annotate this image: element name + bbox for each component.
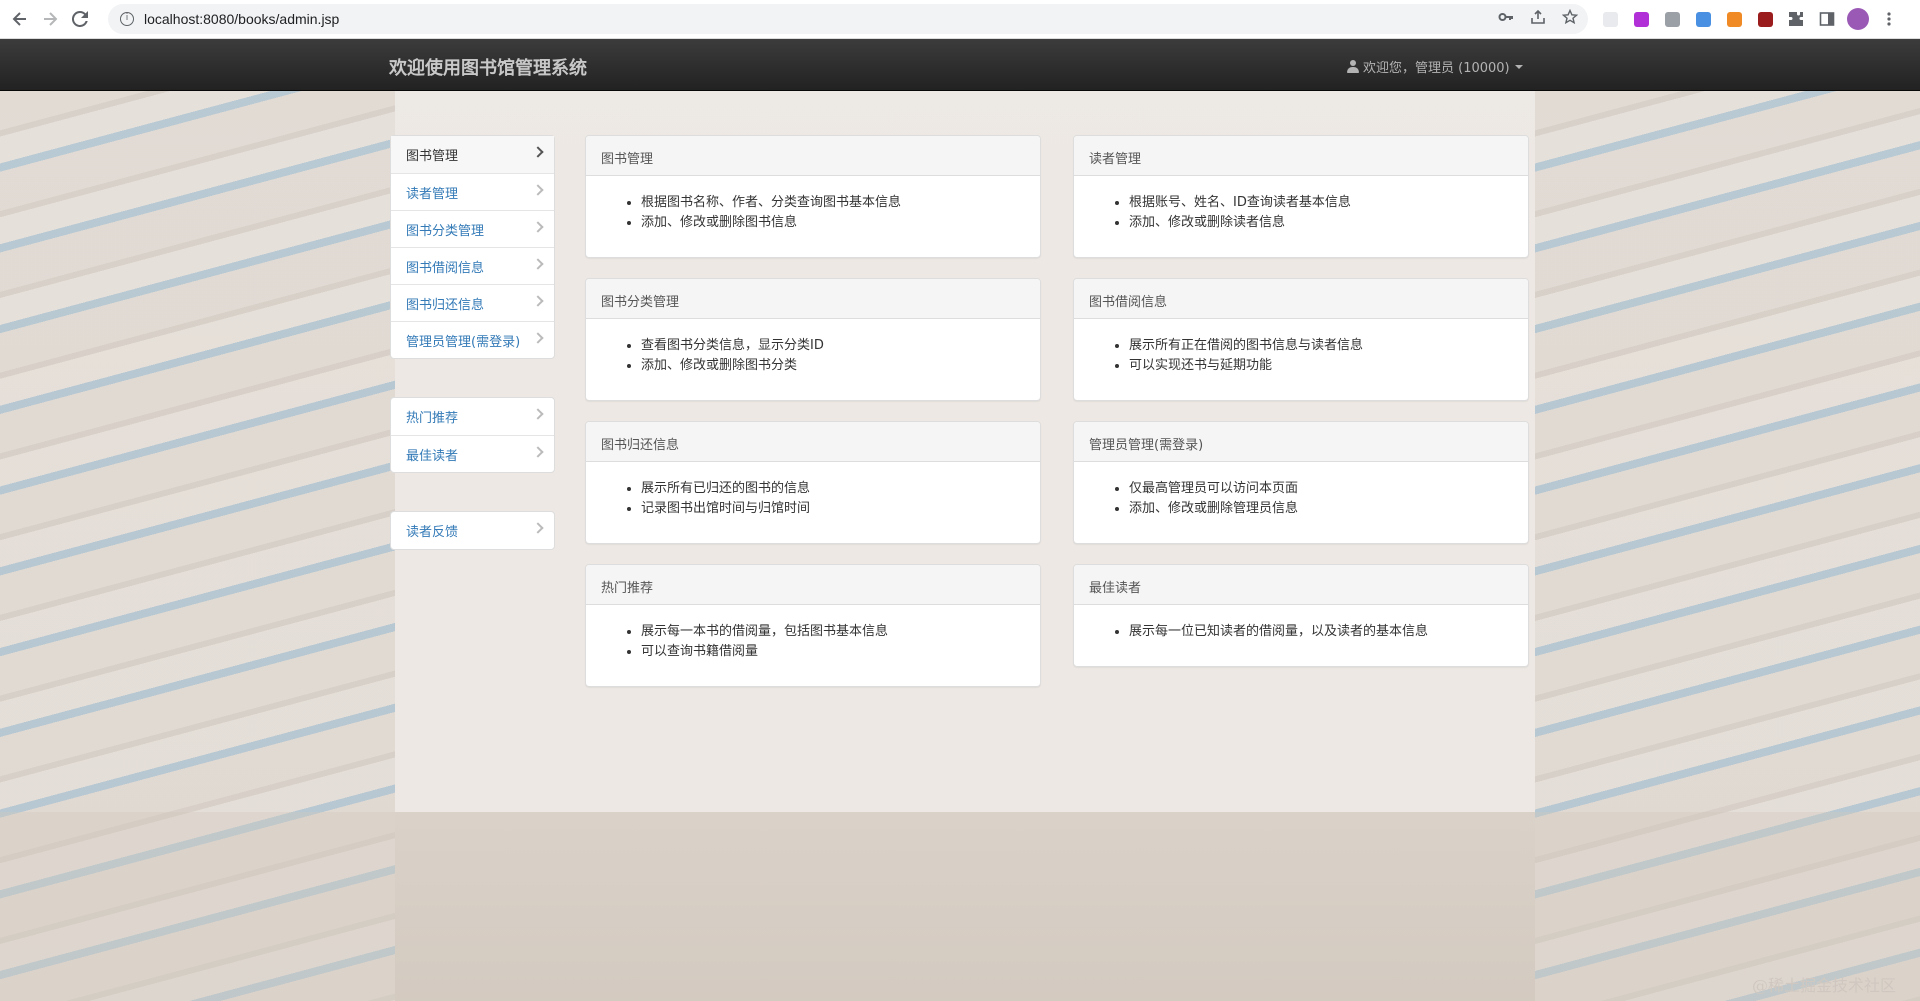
list-item: 添加、修改或删除图书分类 — [641, 356, 1025, 376]
profile-avatar[interactable] — [1846, 7, 1870, 31]
user-dropdown[interactable]: 欢迎您，管理员 (10000) — [1347, 57, 1523, 76]
address-bar[interactable]: i localhost:8080/books/admin.jsp — [108, 4, 1588, 34]
address-url[interactable]: localhost:8080/books/admin.jsp — [144, 11, 339, 27]
star-icon[interactable] — [1561, 8, 1579, 29]
list-item: 展示每一本书的借阅量，包括图书基本信息 — [641, 622, 1025, 642]
list-item: 展示所有正在借阅的图书信息与读者信息 — [1129, 336, 1513, 356]
list-item: 根据图书名称、作者、分类查询图书基本信息 — [641, 193, 1025, 213]
sidebar-item-label: 管理员管理(需登录) — [406, 334, 521, 350]
chevron-right-icon — [532, 221, 544, 233]
sidebar-item-label: 图书管理 — [406, 149, 459, 164]
panel-title: 图书分类管理 — [586, 279, 1040, 319]
sidebar-item-book-management[interactable]: 图书管理 — [391, 136, 554, 173]
panel-category-management: 图书分类管理 查看图书分类信息，显示分类ID 添加、修改或删除图书分类 — [585, 278, 1041, 401]
user-greeting: 欢迎您，管理员 (10000) — [1363, 61, 1510, 76]
chevron-right-icon — [532, 184, 544, 196]
top-navbar: 欢迎使用图书馆管理系统 欢迎您，管理员 (10000) — [0, 39, 1920, 91]
browser-toolbar: i localhost:8080/books/admin.jsp — [0, 0, 1920, 39]
panel-title: 读者管理 — [1074, 136, 1528, 176]
extension-icons — [1598, 7, 1901, 31]
list-item: 查看图书分类信息，显示分类ID — [641, 336, 1025, 356]
sidebar-item-admin-management[interactable]: 管理员管理(需登录) — [391, 321, 554, 358]
chevron-right-icon — [532, 146, 544, 158]
panel-popular: 热门推荐 展示每一本书的借阅量，包括图书基本信息 可以查询书籍借阅量 — [585, 564, 1041, 687]
sidebar-group-feedback: 读者反馈 — [390, 511, 555, 550]
chevron-right-icon — [532, 295, 544, 307]
panel-admin-management: 管理员管理(需登录) 仅最高管理员可以访问本页面 添加、修改或删除管理员信息 — [1073, 421, 1529, 544]
share-icon[interactable] — [1530, 9, 1546, 29]
list-item: 展示所有已归还的图书的信息 — [641, 479, 1025, 499]
list-item: 可以查询书籍借阅量 — [641, 642, 1025, 662]
table-extension-icon[interactable] — [1660, 7, 1684, 31]
panel-book-management: 图书管理 根据图书名称、作者、分类查询图书基本信息 添加、修改或删除图书信息 — [585, 135, 1041, 258]
sidebar-item-label: 最佳读者 — [406, 448, 459, 464]
sidebar-item-borrow-info[interactable]: 图书借阅信息 — [391, 247, 554, 284]
sidebar-item-best-readers[interactable]: 最佳读者 — [391, 435, 554, 472]
forward-arrow-icon[interactable] — [38, 7, 62, 31]
panel-title: 图书管理 — [586, 136, 1040, 176]
sidebar-item-label: 读者反馈 — [406, 525, 459, 540]
sidebar-item-label: 图书归还信息 — [406, 297, 485, 313]
panel-best-readers: 最佳读者 展示每一位已知读者的借阅量，以及读者的基本信息 — [1073, 564, 1529, 667]
list-item: 根据账号、姓名、ID查询读者基本信息 — [1129, 193, 1513, 213]
sidebar-item-label: 图书分类管理 — [406, 223, 485, 239]
puzzle-extensions-icon[interactable] — [1784, 7, 1808, 31]
list-item: 仅最高管理员可以访问本页面 — [1129, 479, 1513, 499]
panel-title: 图书归还信息 — [586, 422, 1040, 462]
watermark-text: @稀土掘金技术社区 — [1752, 976, 1897, 995]
layers-extension-icon[interactable] — [1691, 7, 1715, 31]
chevron-right-icon — [532, 522, 544, 534]
caret-down-icon — [1514, 64, 1523, 69]
chevron-right-icon — [532, 332, 544, 344]
panel-title: 最佳读者 — [1074, 565, 1528, 605]
sidebar-item-feedback[interactable]: 读者反馈 — [391, 512, 554, 549]
side-panel-icon[interactable] — [1815, 7, 1839, 31]
list-item: 展示每一位已知读者的借阅量，以及读者的基本信息 — [1129, 622, 1513, 642]
sidebar-item-return-info[interactable]: 图书归还信息 — [391, 284, 554, 321]
chevron-right-icon — [532, 408, 544, 420]
panel-title: 图书借阅信息 — [1074, 279, 1528, 319]
list-item: 记录图书出馆时间与归馆时间 — [641, 499, 1025, 519]
key-icon[interactable] — [1498, 9, 1514, 29]
sidebar-group-main: 图书管理 读者管理 图书分类管理 图书借阅信息 图书归还信息 管理员管理(需登录… — [390, 135, 555, 359]
chevron-right-icon — [532, 446, 544, 458]
ublock-extension-icon[interactable] — [1753, 7, 1777, 31]
sidebar-item-label: 图书借阅信息 — [406, 260, 485, 276]
panel-title: 热门推荐 — [586, 565, 1040, 605]
cursor-extension-icon[interactable] — [1598, 7, 1622, 31]
back-arrow-icon[interactable] — [8, 7, 32, 31]
panel-return-info: 图书归还信息 展示所有已归还的图书的信息 记录图书出馆时间与归馆时间 — [585, 421, 1041, 544]
user-icon — [1347, 60, 1359, 73]
sidebar-group-recommend: 热门推荐 最佳读者 — [390, 397, 555, 473]
list-item: 可以实现还书与延期功能 — [1129, 356, 1513, 376]
panel-reader-management: 读者管理 根据账号、姓名、ID查询读者基本信息 添加、修改或删除读者信息 — [1073, 135, 1529, 258]
list-item: 添加、修改或删除管理员信息 — [1129, 499, 1513, 519]
site-info-icon[interactable]: i — [120, 12, 134, 26]
browser-menu-icon[interactable] — [1877, 7, 1901, 31]
reload-icon[interactable] — [68, 7, 92, 31]
sidebar-item-popular[interactable]: 热门推荐 — [391, 398, 554, 435]
sidebar-item-reader-management[interactable]: 读者管理 — [391, 173, 554, 210]
sidebar-item-label: 热门推荐 — [406, 411, 459, 426]
list-item: 添加、修改或删除图书信息 — [641, 213, 1025, 233]
background-center-lower — [395, 812, 1535, 1001]
chevron-right-icon — [532, 258, 544, 270]
panel-title: 管理员管理(需登录) — [1074, 422, 1528, 462]
list-item: 添加、修改或删除读者信息 — [1129, 213, 1513, 233]
jetbrains-extension-icon[interactable] — [1629, 7, 1653, 31]
orange-extension-icon[interactable] — [1722, 7, 1746, 31]
sidebar-item-category-management[interactable]: 图书分类管理 — [391, 210, 554, 247]
brand-title[interactable]: 欢迎使用图书馆管理系统 — [389, 54, 587, 80]
panel-borrow-info: 图书借阅信息 展示所有正在借阅的图书信息与读者信息 可以实现还书与延期功能 — [1073, 278, 1529, 401]
sidebar-item-label: 读者管理 — [406, 186, 459, 202]
